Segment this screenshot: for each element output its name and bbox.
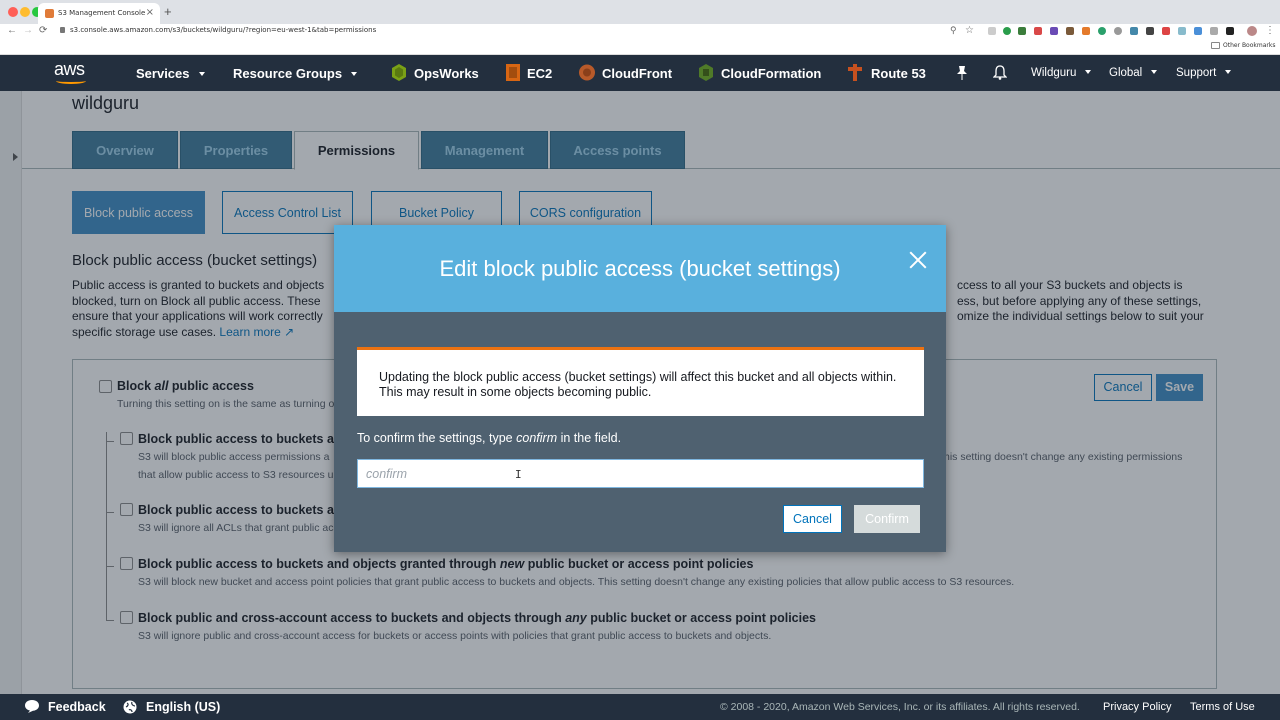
ec2-link[interactable]: EC2 <box>527 66 552 81</box>
confirm-input[interactable] <box>357 459 924 488</box>
lock-icon <box>60 27 65 33</box>
extension-icon[interactable] <box>1194 27 1202 35</box>
bookmarks-bar: Other Bookmarks <box>0 39 1280 55</box>
extension-icon[interactable] <box>1226 27 1234 35</box>
close-window-icon[interactable] <box>8 7 18 17</box>
reload-icon[interactable]: ⟳ <box>39 25 47 36</box>
feedback-link[interactable]: Feedback <box>48 700 106 714</box>
browser-tab-title: S3 Management Console <box>58 9 146 17</box>
extension-icon[interactable] <box>1210 27 1218 35</box>
extension-icon[interactable] <box>1130 27 1138 35</box>
opsworks-link[interactable]: OpsWorks <box>414 66 479 81</box>
extension-icon[interactable] <box>1098 27 1106 35</box>
browser-tab[interactable]: S3 Management Console × <box>38 3 160 24</box>
feedback-icon <box>25 700 39 713</box>
forward-icon[interactable]: → <box>23 25 33 36</box>
modal-confirm-button[interactable]: Confirm <box>854 505 920 533</box>
folder-icon <box>1211 42 1220 49</box>
chevron-down-icon <box>1225 70 1232 74</box>
opsworks-icon <box>392 64 406 81</box>
extension-icon[interactable] <box>1178 27 1186 35</box>
bell-icon[interactable] <box>993 65 1007 80</box>
cloudfront-icon <box>579 64 595 81</box>
address-bar: ← → ⟳ s3.console.aws.amazon.com/s3/bucke… <box>0 24 1280 39</box>
zoom-icon[interactable]: ⚲ <box>950 25 957 36</box>
close-icon[interactable] <box>908 250 928 270</box>
url-field[interactable]: s3.console.aws.amazon.com/s3/buckets/wil… <box>70 26 376 34</box>
extension-icon[interactable] <box>1034 27 1042 35</box>
other-bookmarks-link[interactable]: Other Bookmarks <box>1223 42 1275 49</box>
globe-icon <box>123 700 137 714</box>
s3-favicon-icon <box>45 9 54 18</box>
bookmark-star-icon[interactable]: ☆ <box>965 25 974 36</box>
close-tab-icon[interactable]: × <box>146 7 154 18</box>
profile-avatar[interactable] <box>1247 26 1257 36</box>
extension-icon[interactable] <box>1003 27 1011 35</box>
privacy-policy-link[interactable]: Privacy Policy <box>1103 701 1171 713</box>
extension-icon[interactable] <box>1114 27 1122 35</box>
extension-icon[interactable] <box>1050 27 1058 35</box>
new-tab-icon[interactable]: + <box>164 4 172 19</box>
text-cursor-icon: I <box>515 468 522 481</box>
cloudformation-icon <box>699 64 713 81</box>
confirm-instructions: To confirm the settings, type confirm in… <box>357 431 622 445</box>
ec2-icon <box>506 64 520 81</box>
extension-icon[interactable] <box>988 27 996 35</box>
back-icon[interactable]: ← <box>7 25 17 36</box>
terms-of-use-link[interactable]: Terms of Use <box>1190 701 1255 713</box>
chevron-down-icon <box>351 72 358 76</box>
aws-top-nav: aws Services Resource Groups OpsWorks EC… <box>0 55 1280 91</box>
minimize-window-icon[interactable] <box>20 7 30 17</box>
language-selector[interactable]: English (US) <box>146 700 220 714</box>
account-menu[interactable]: Wildguru <box>1031 67 1092 79</box>
route53-icon <box>848 64 862 81</box>
browser-tabstrip: S3 Management Console × + <box>0 0 1280 24</box>
region-menu[interactable]: Global <box>1109 67 1158 79</box>
warning-text: This may result in some objects becoming… <box>379 385 652 399</box>
aws-smile-logo <box>56 78 86 84</box>
pin-icon[interactable] <box>956 66 968 80</box>
support-menu[interactable]: Support <box>1176 67 1232 79</box>
extension-icon[interactable] <box>1146 27 1154 35</box>
aws-logo[interactable]: aws <box>54 59 85 80</box>
copyright-text: © 2008 - 2020, Amazon Web Services, Inc.… <box>720 701 1080 713</box>
chevron-down-icon <box>1151 70 1158 74</box>
cloudfront-link[interactable]: CloudFront <box>602 66 672 81</box>
edit-block-public-access-modal: Edit block public access (bucket setting… <box>334 225 946 552</box>
modal-cancel-button[interactable]: Cancel <box>783 505 842 533</box>
warning-alert: Updating the block public access (bucket… <box>357 347 924 416</box>
extension-icon[interactable] <box>1082 27 1090 35</box>
footer: Feedback English (US) © 2008 - 2020, Ama… <box>0 694 1280 720</box>
modal-title: Edit block public access (bucket setting… <box>439 256 841 281</box>
route53-link[interactable]: Route 53 <box>871 66 926 81</box>
more-menu-icon[interactable]: ⋮ <box>1265 25 1275 36</box>
services-menu[interactable]: Services <box>136 66 205 81</box>
extension-icon[interactable] <box>1162 27 1170 35</box>
chevron-down-icon <box>198 72 205 76</box>
resource-groups-menu[interactable]: Resource Groups <box>233 66 358 81</box>
extension-icon[interactable] <box>1066 27 1074 35</box>
extension-icon[interactable] <box>1018 27 1026 35</box>
cloudformation-link[interactable]: CloudFormation <box>721 66 821 81</box>
chevron-down-icon <box>1085 70 1092 74</box>
warning-text: Updating the block public access (bucket… <box>379 370 897 384</box>
modal-header: Edit block public access (bucket setting… <box>334 225 946 312</box>
